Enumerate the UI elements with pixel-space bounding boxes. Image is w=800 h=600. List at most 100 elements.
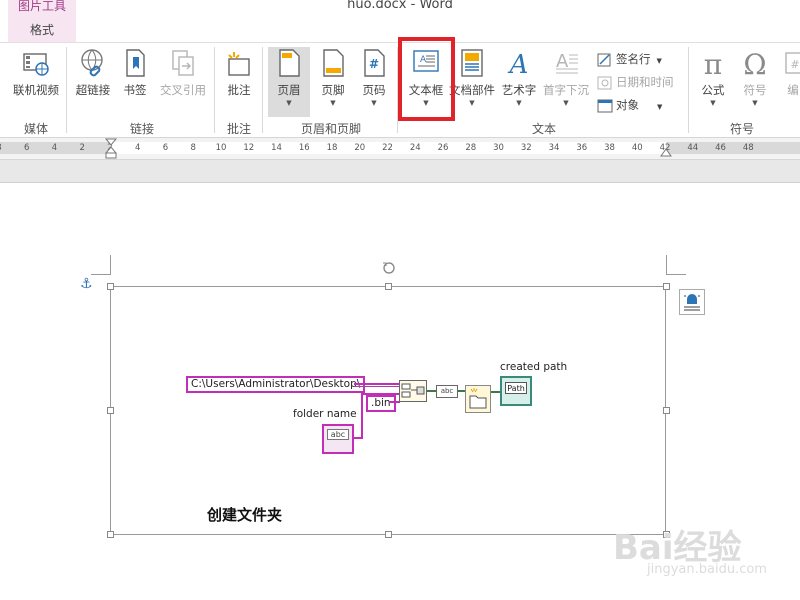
- symbol-button[interactable]: Ω 符号 ▼: [734, 47, 776, 107]
- chevron-down-icon: ▼: [371, 99, 377, 107]
- ruler-tick-label: 4: [51, 143, 58, 153]
- drop-cap-icon: A: [556, 51, 578, 74]
- signature-line-button[interactable]: 签名行 ▼: [597, 49, 662, 69]
- svg-text:Ω: Ω: [743, 48, 766, 79]
- page-number-button[interactable]: # 页码 ▼: [354, 47, 394, 107]
- wordart-button[interactable]: A 艺术字 ▼: [498, 47, 540, 107]
- online-video-button[interactable]: 联机视频: [10, 47, 62, 98]
- page-number-icon: #: [364, 49, 385, 77]
- equation-button[interactable]: π 公式 ▼: [692, 47, 734, 107]
- resize-handle[interactable]: [385, 283, 392, 290]
- folder-name-label: folder name: [293, 408, 357, 420]
- comment-button[interactable]: 批注: [220, 47, 258, 98]
- drop-cap-label: 首字下沉: [543, 83, 589, 97]
- svg-text:#: #: [790, 58, 799, 71]
- path-wire: [354, 383, 400, 385]
- chevron-down-icon: ▼: [330, 99, 336, 107]
- ruler-tick-label: 10: [215, 143, 227, 153]
- margin-crop-mark: [91, 255, 111, 275]
- group-divider: [214, 47, 215, 133]
- drop-cap-button[interactable]: A 首字下沉 ▼: [540, 47, 592, 107]
- chevron-down-icon: ▼: [752, 99, 758, 107]
- resize-handle[interactable]: [107, 531, 114, 538]
- horizontal-ruler[interactable]: 8642246810121416182022242628303234363840…: [0, 138, 800, 160]
- format-tab[interactable]: 格式: [8, 21, 76, 38]
- media-group-label: 媒体: [23, 122, 48, 136]
- svg-text:#: #: [369, 57, 379, 71]
- chevron-down-icon: ▼: [286, 99, 292, 107]
- folder-name-wire: [361, 393, 363, 439]
- ruler-tick-label: 14: [271, 143, 282, 153]
- ruler-tick-label: 40: [631, 143, 643, 153]
- symbols-group-label: 符号: [729, 122, 754, 136]
- left-indent-marker-icon[interactable]: [104, 138, 118, 160]
- header-footer-group-label: 页眉和页脚: [300, 122, 361, 136]
- resize-handle[interactable]: [663, 283, 670, 290]
- wordart-label: 艺术字: [501, 83, 537, 97]
- equation-icon: π: [704, 48, 722, 79]
- bookmark-icon: [126, 49, 145, 77]
- chevron-down-icon: ▼: [469, 99, 475, 107]
- bookmark-button[interactable]: 书签: [118, 47, 152, 98]
- resize-handle[interactable]: [385, 531, 392, 538]
- chevron-down-icon: ▼: [563, 99, 569, 107]
- title-bar: 图片工具 格式 huo.docx - Word: [0, 0, 800, 42]
- create-folder-node: [465, 385, 491, 413]
- quick-parts-icon: [461, 49, 483, 77]
- chevron-down-icon: ▼: [516, 99, 522, 107]
- ruler-tick-label: 34: [548, 143, 560, 153]
- ruler-tick-label: 18: [326, 143, 338, 153]
- ruler-tick-label: 22: [382, 143, 393, 153]
- links-group-label: 链接: [129, 122, 154, 136]
- extension-constant: .bin: [366, 395, 396, 412]
- numbering-button[interactable]: # 编: [778, 47, 800, 98]
- quick-parts-button[interactable]: 文档部件 ▼: [448, 47, 496, 107]
- ruler-tick-label: 30: [493, 143, 504, 153]
- footer-icon: [323, 49, 344, 77]
- page-number-label: 页码: [362, 83, 386, 97]
- signature-line-label: 签名行: [616, 52, 651, 66]
- numbering-icon: #: [785, 52, 800, 74]
- symbol-icon: Ω: [743, 48, 766, 79]
- comments-group-label: 批注: [226, 122, 251, 136]
- margin-crop-mark: [666, 255, 686, 275]
- created-path-label: created path: [500, 361, 568, 373]
- created-path-indicator: Path: [500, 376, 532, 406]
- folder-icon: [469, 388, 487, 409]
- rotate-handle-icon[interactable]: [381, 260, 397, 276]
- ruler-tick-label: 8: [190, 143, 196, 153]
- ruler-tick-label: 46: [715, 143, 726, 153]
- ruler-tick-label: 44: [687, 143, 699, 153]
- date-time-button[interactable]: 日期和时间: [597, 72, 674, 92]
- object-button[interactable]: 对象 ▼: [597, 95, 662, 115]
- header-button[interactable]: 页眉 ▼: [268, 47, 310, 117]
- cross-reference-button[interactable]: 交叉引用: [156, 47, 210, 98]
- right-indent-marker-icon[interactable]: [659, 146, 673, 158]
- ruler-tick-label: 8: [0, 142, 11, 154]
- group-divider: [688, 47, 689, 133]
- ruler-tick-label: 6: [24, 143, 30, 153]
- string-to-path-node: abc: [436, 385, 458, 398]
- svg-text:A: A: [508, 50, 529, 79]
- resize-handle[interactable]: [107, 407, 114, 414]
- footer-button[interactable]: 页脚 ▼: [312, 47, 354, 107]
- hyperlink-button[interactable]: 超链接: [72, 47, 114, 98]
- date-time-icon: [597, 76, 612, 89]
- path-out-wire: [427, 390, 436, 392]
- hyperlink-label: 超链接: [75, 83, 111, 97]
- date-time-label: 日期和时间: [616, 75, 674, 89]
- text-box-highlight: [398, 37, 455, 121]
- resize-handle[interactable]: [107, 283, 114, 290]
- bookmark-label: 书签: [123, 83, 147, 97]
- resize-handle[interactable]: [663, 407, 670, 414]
- equation-label: 公式: [701, 83, 725, 97]
- header-label: 页眉: [277, 83, 301, 97]
- folder-name-wire: [361, 393, 400, 395]
- cross-reference-label: 交叉引用: [160, 83, 206, 97]
- layout-options-button[interactable]: [679, 289, 705, 315]
- created-path-terminal: Path: [505, 382, 527, 394]
- symbol-label: 符号: [743, 83, 767, 97]
- comment-label: 批注: [227, 83, 251, 97]
- anchor-icon[interactable]: ⚓: [80, 276, 93, 292]
- build-path-icon: [401, 383, 425, 398]
